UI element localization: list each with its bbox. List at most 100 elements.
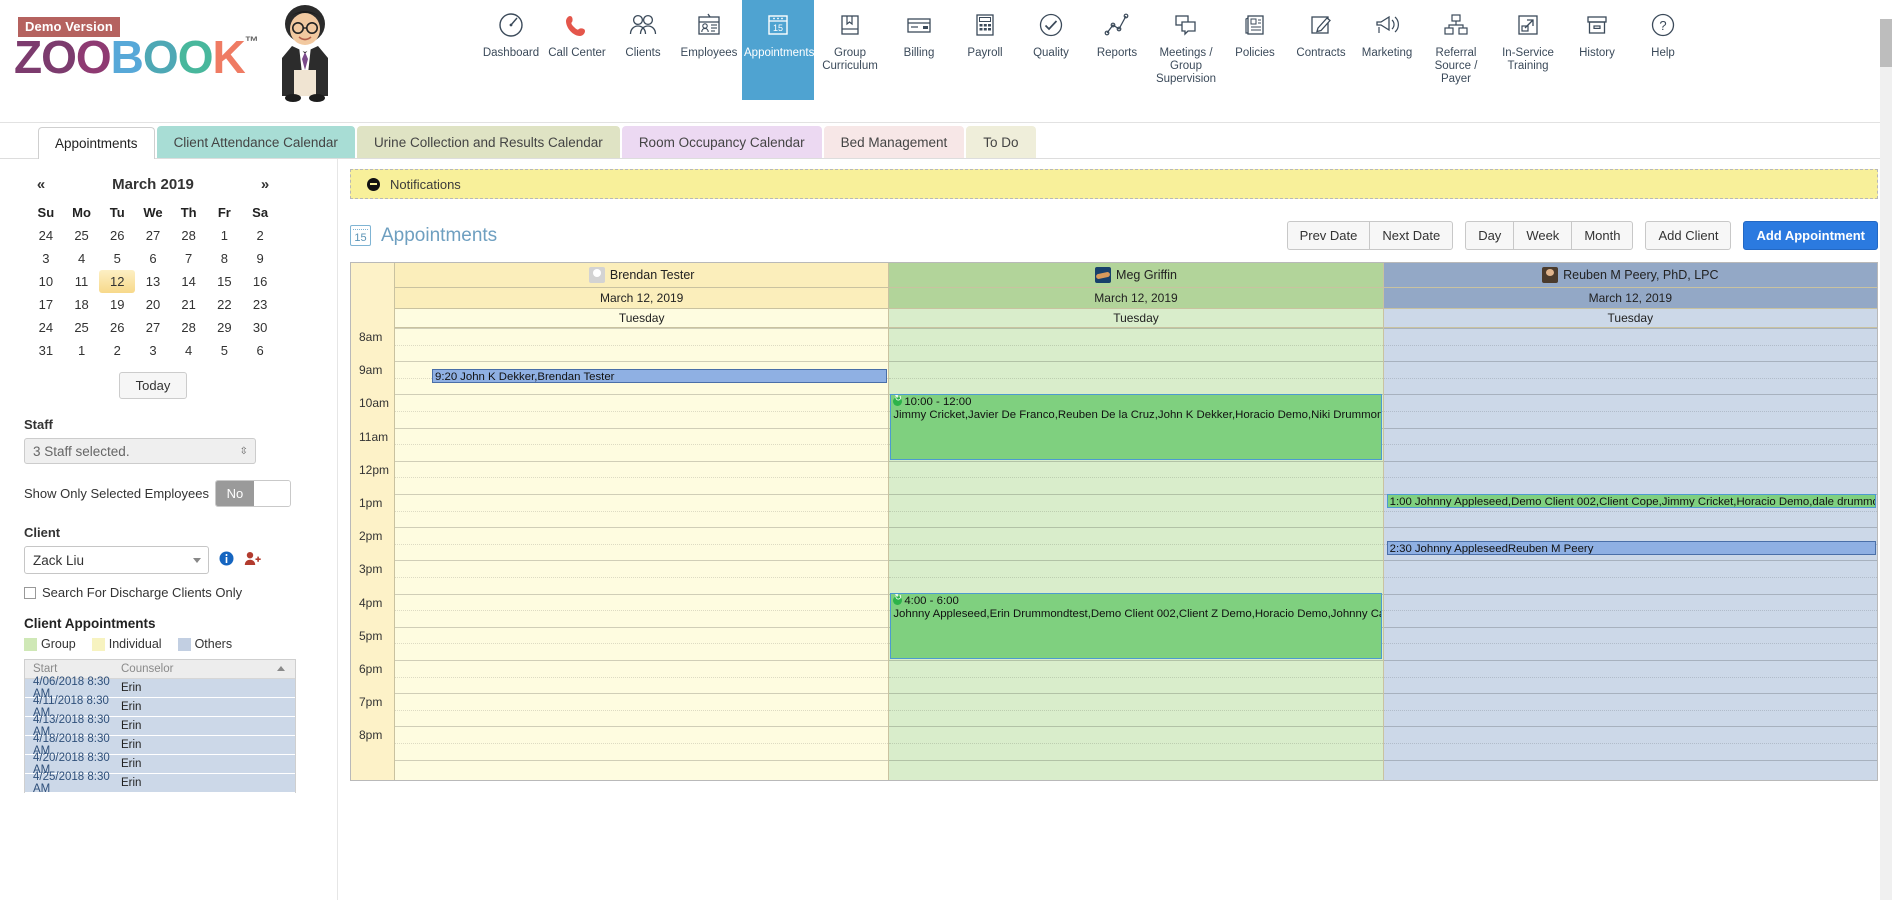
datepicker-day[interactable]: 9	[242, 247, 278, 270]
add-client-button[interactable]: Add Client	[1645, 221, 1731, 250]
datepicker-day[interactable]: 4	[64, 247, 100, 270]
day-view-button[interactable]: Day	[1465, 221, 1513, 250]
datepicker-day[interactable]: 30	[242, 316, 278, 339]
nav-item-contracts[interactable]: Contracts	[1288, 0, 1354, 100]
datepicker-day[interactable]: 16	[242, 270, 278, 293]
table-row[interactable]: 4/25/2018 8:30 AMErin	[25, 774, 295, 793]
datepicker-day[interactable]: 3	[28, 247, 64, 270]
datepicker-day[interactable]: 29	[207, 316, 243, 339]
today-button[interactable]: Today	[119, 372, 188, 399]
nav-item-policies[interactable]: Policies	[1222, 0, 1288, 100]
datepicker-day[interactable]: 24	[28, 224, 64, 247]
appointment-block[interactable]: 1:00Johnny Appleseed,Demo Client 002,Cli…	[1387, 494, 1876, 508]
tab-bed-management[interactable]: Bed Management	[824, 126, 965, 158]
client-select[interactable]: Zack Liu	[24, 546, 209, 574]
datepicker-day[interactable]: 26	[99, 316, 135, 339]
table-scrollbar-thumb[interactable]	[1880, 19, 1892, 67]
datepicker-day[interactable]: 3	[135, 339, 171, 362]
tab-appointments[interactable]: Appointments	[38, 127, 155, 159]
datepicker-day[interactable]: 6	[242, 339, 278, 362]
datepicker-day[interactable]: 17	[28, 293, 64, 316]
discharge-clients-checkbox[interactable]	[24, 587, 36, 599]
datepicker-day[interactable]: 22	[207, 293, 243, 316]
prev-month-button[interactable]: «	[28, 176, 54, 193]
nav-item-marketing[interactable]: Marketing	[1354, 0, 1420, 100]
datepicker-day[interactable]: 10	[28, 270, 64, 293]
datepicker-day[interactable]: 19	[99, 293, 135, 316]
column-header-start[interactable]: Start	[25, 663, 121, 675]
datepicker-day[interactable]: 28	[171, 224, 207, 247]
datepicker-day[interactable]: 6	[135, 247, 171, 270]
zoobook-logo[interactable]: ZOOBOOK™	[14, 34, 258, 80]
datepicker-day[interactable]: 27	[135, 224, 171, 247]
datepicker-day[interactable]: 1	[64, 339, 100, 362]
nav-item-in-service-training[interactable]: In-Service Training	[1492, 0, 1564, 100]
datepicker-day[interactable]: 25	[64, 316, 100, 339]
datepicker-day[interactable]: 2	[99, 339, 135, 362]
collapse-icon[interactable]	[367, 178, 380, 191]
appointment-block[interactable]: 10:00 - 12:00Jimmy Cricket,Javier De Fra…	[890, 394, 1381, 460]
datepicker-day[interactable]: 24	[28, 316, 64, 339]
datepicker-day[interactable]: 5	[99, 247, 135, 270]
appointment-block[interactable]: 9:20John K Dekker,Brendan Tester	[432, 369, 887, 383]
datepicker-day[interactable]: 15	[207, 270, 243, 293]
next-date-button[interactable]: Next Date	[1369, 221, 1453, 250]
datepicker-day[interactable]: 11	[64, 270, 100, 293]
column-header-counselor[interactable]: Counselor	[121, 663, 295, 675]
datepicker-day[interactable]: 7	[171, 247, 207, 270]
datepicker-day[interactable]: 26	[99, 224, 135, 247]
datepicker-day[interactable]: 18	[64, 293, 100, 316]
tab-client-attendance-calendar[interactable]: Client Attendance Calendar	[157, 126, 355, 158]
datepicker-day[interactable]: 8	[207, 247, 243, 270]
tab-to-do[interactable]: To Do	[966, 126, 1035, 158]
sort-ascending-icon[interactable]	[277, 666, 285, 671]
notifications-banner[interactable]: Notifications	[350, 169, 1878, 199]
staff-header-name-0[interactable]: Brendan Tester	[395, 263, 888, 288]
scheduler-lane-0[interactable]: 9:20John K Dekker,Brendan Tester	[395, 328, 889, 780]
staff-select[interactable]: 3 Staff selected. ⇳	[24, 438, 256, 464]
datepicker-day[interactable]: 23	[242, 293, 278, 316]
nav-item-payroll[interactable]: Payroll	[952, 0, 1018, 100]
scheduler-lane-2[interactable]: 1:00Johnny Appleseed,Demo Client 002,Cli…	[1384, 328, 1877, 780]
prev-date-button[interactable]: Prev Date	[1287, 221, 1370, 250]
datepicker-day[interactable]: 12	[99, 270, 135, 293]
datepicker-day[interactable]: 2	[242, 224, 278, 247]
datepicker-day[interactable]: 28	[171, 316, 207, 339]
add-client-icon[interactable]	[244, 551, 261, 569]
nav-item-group-curriculum[interactable]: Group Curriculum	[814, 0, 886, 100]
next-month-button[interactable]: »	[252, 176, 278, 193]
nav-item-quality[interactable]: Quality	[1018, 0, 1084, 100]
datepicker-day[interactable]: 4	[171, 339, 207, 362]
info-icon[interactable]	[219, 551, 234, 570]
nav-item-call-center[interactable]: Call Center	[544, 0, 610, 100]
datepicker-day[interactable]: 1	[207, 224, 243, 247]
nav-item-appointments[interactable]: 15 Appointments	[742, 0, 814, 100]
nav-item-reports[interactable]: Reports	[1084, 0, 1150, 100]
nav-item-referral-source-payer[interactable]: Referral Source / Payer	[1420, 0, 1492, 100]
datepicker-day[interactable]: 27	[135, 316, 171, 339]
tab-room-occupancy-calendar[interactable]: Room Occupancy Calendar	[622, 126, 822, 158]
appointment-block[interactable]: 2:30Johnny AppleseedReuben M Peery	[1387, 541, 1876, 555]
datepicker-day[interactable]: 14	[171, 270, 207, 293]
nav-item-help[interactable]: ? Help	[1630, 0, 1696, 100]
datepicker-day[interactable]: 21	[171, 293, 207, 316]
nav-item-dashboard[interactable]: Dashboard	[478, 0, 544, 100]
datepicker-day[interactable]: 20	[135, 293, 171, 316]
datepicker-day[interactable]: 5	[207, 339, 243, 362]
scheduler-lane-1[interactable]: 10:00 - 12:00Jimmy Cricket,Javier De Fra…	[889, 328, 1383, 780]
datepicker-day[interactable]: 25	[64, 224, 100, 247]
nav-item-employees[interactable]: Employees	[676, 0, 742, 100]
nav-item-history[interactable]: History	[1564, 0, 1630, 100]
show-only-selected-employees-toggle[interactable]: No	[215, 480, 291, 507]
month-view-button[interactable]: Month	[1571, 221, 1633, 250]
staff-header-name-2[interactable]: Reuben M Peery, PhD, LPC	[1384, 263, 1877, 288]
nav-item-billing[interactable]: Billing	[886, 0, 952, 100]
datepicker-day[interactable]: 13	[135, 270, 171, 293]
nav-item-meetings-group-supervision[interactable]: Meetings / Group Supervision	[1150, 0, 1222, 100]
week-view-button[interactable]: Week	[1513, 221, 1571, 250]
nav-item-clients[interactable]: Clients	[610, 0, 676, 100]
discharge-clients-checkbox-row[interactable]: Search For Discharge Clients Only	[24, 585, 319, 600]
appointment-block[interactable]: 4:00 - 6:00Johnny Appleseed,Erin Drummon…	[890, 593, 1381, 659]
datepicker-day[interactable]: 31	[28, 339, 64, 362]
staff-header-name-1[interactable]: Meg Griffin	[889, 263, 1382, 288]
